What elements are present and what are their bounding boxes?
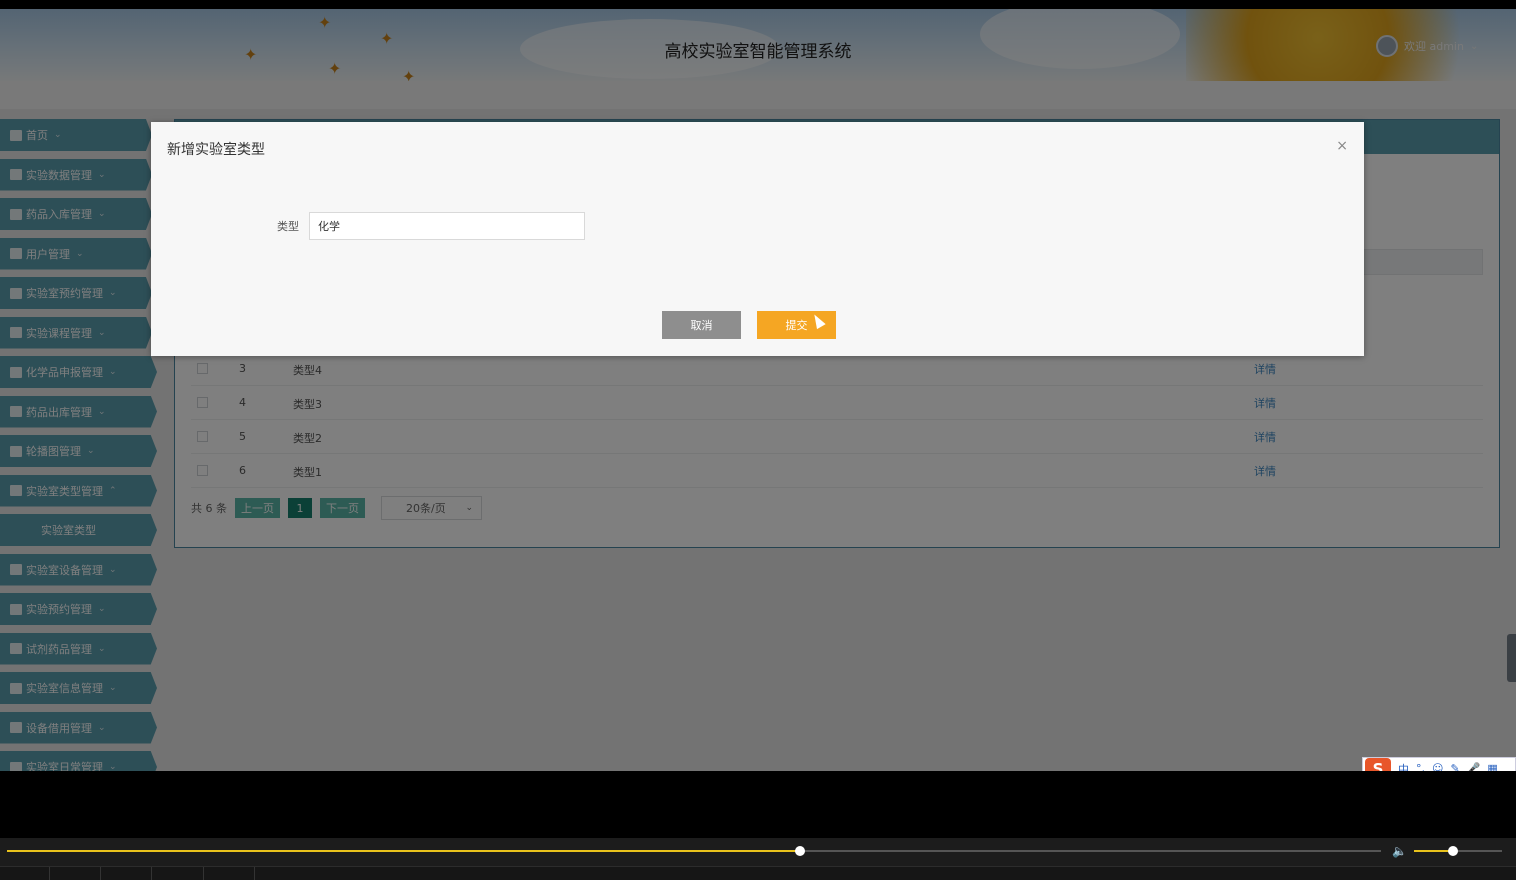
progress-knob[interactable]: [794, 846, 805, 856]
type-field-label: 类型: [277, 220, 299, 233]
ime-toolbar: S 中 °, ☺ ✎ 🎤 ▦: [1362, 757, 1516, 771]
language-toggle[interactable]: 中: [1398, 761, 1409, 772]
video-player-controls: 🔈: [0, 838, 1516, 880]
skin-icon[interactable]: ✎: [1450, 762, 1459, 771]
close-icon[interactable]: ×: [1336, 139, 1348, 153]
thumbnail-strip: [0, 866, 1516, 880]
type-input[interactable]: [309, 212, 585, 240]
app-window: ✦ ✦ ✦ ✦ ✦ 高校实验室智能管理系统 欢迎 admin ⌄ 首页⌄ 实验数…: [0, 9, 1516, 771]
emoji-icon[interactable]: ☺: [1432, 762, 1443, 771]
cancel-button[interactable]: 取消: [662, 311, 741, 339]
toolbox-icon[interactable]: ▦: [1487, 762, 1497, 771]
volume-track[interactable]: [1414, 846, 1502, 856]
progress-track[interactable]: [7, 846, 1381, 856]
dialog-title: 新增实验室类型: [167, 142, 265, 158]
microphone-icon[interactable]: 🎤: [1467, 762, 1481, 771]
punctuation-icon[interactable]: °,: [1416, 762, 1425, 771]
volume-knob[interactable]: [1447, 846, 1458, 856]
volume-fill: [1414, 850, 1453, 852]
progress-fill: [7, 850, 800, 852]
add-lab-type-dialog: 新增实验室类型 × 类型 取消 提交: [151, 122, 1364, 356]
sogou-logo-icon[interactable]: S: [1365, 758, 1391, 771]
side-handle[interactable]: [1507, 634, 1516, 682]
volume-icon[interactable]: 🔈: [1392, 844, 1407, 858]
screen: ✦ ✦ ✦ ✦ ✦ 高校实验室智能管理系统 欢迎 admin ⌄ 首页⌄ 实验数…: [0, 0, 1516, 880]
